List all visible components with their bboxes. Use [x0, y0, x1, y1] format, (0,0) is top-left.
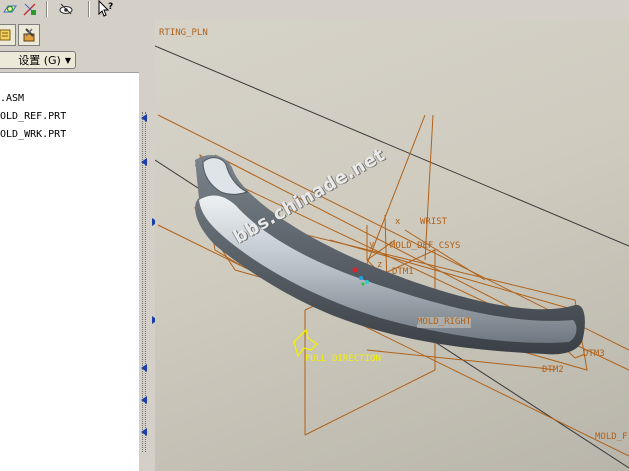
hide-view-icon[interactable]	[56, 0, 76, 18]
datum-label-dtm3: DTM3	[583, 349, 605, 359]
collapse-left-arrow-icon[interactable]	[141, 114, 147, 122]
datum-label-def-csys: MOLD_DEF_CSYS	[390, 241, 461, 251]
tree-item-assembly[interactable]: .ASM	[0, 91, 24, 107]
collapse-left-arrow-icon[interactable]	[141, 396, 147, 404]
context-help-icon[interactable]: ?	[96, 0, 116, 18]
panel-tabs	[0, 22, 139, 48]
axis-label-x: x	[395, 217, 401, 227]
pull-direction-label: PULL DIRECTION	[305, 354, 381, 364]
settings-label: 设置 (G)	[18, 54, 61, 67]
datum-label-wrist: WRIST	[420, 217, 448, 227]
graphics-window[interactable]: RTING_PLN WRIST MOLD_DEF_CSYS DTM1 MOLD_…	[155, 20, 629, 471]
svg-text:?: ?	[108, 2, 113, 12]
top-toolbar: ?	[0, 0, 629, 21]
datum-label-dtm2: DTM2	[542, 365, 564, 375]
panel-splitter[interactable]	[139, 20, 158, 471]
datum-axis-toggle-icon[interactable]	[20, 0, 40, 18]
settings-button[interactable]: 设置 (G) ▼	[0, 51, 76, 69]
toolbar-separator	[88, 1, 90, 17]
tree-item-ref-part[interactable]: OLD_REF.PRT	[0, 109, 66, 125]
tree-item-workpiece[interactable]: OLD_WRK.PRT	[0, 127, 66, 143]
part-geometry	[195, 154, 585, 355]
tools-tab-icon[interactable]	[18, 24, 40, 46]
chevron-down-icon: ▼	[64, 55, 71, 65]
datum-plane-toggle-icon[interactable]	[0, 0, 20, 18]
pro-engineer-window: ? 设置 (G) ▼ .ASM OLD_REF.PRT OLD_WRK.PRT …	[0, 0, 629, 471]
model-tree-tab-icon[interactable]	[0, 24, 16, 46]
model-tree: .ASM OLD_REF.PRT OLD_WRK.PRT	[0, 72, 139, 471]
datum-label-mold-front: MOLD_F	[595, 432, 628, 442]
axis-label-y: y	[369, 240, 375, 250]
toolbar-separator	[46, 1, 48, 17]
collapse-left-arrow-icon[interactable]	[141, 364, 147, 372]
model-tree-panel: 设置 (G) ▼ .ASM OLD_REF.PRT OLD_WRK.PRT	[0, 20, 139, 471]
datum-label-dtm1: DTM1	[392, 267, 414, 277]
collapse-left-arrow-icon[interactable]	[141, 158, 147, 166]
collapse-left-arrow-icon[interactable]	[141, 428, 147, 436]
axis-label-z: z	[377, 260, 383, 270]
datum-label-parting-plane: RTING_PLN	[159, 28, 208, 38]
datum-label-mold-right: MOLD_RIGHT	[417, 317, 472, 328]
